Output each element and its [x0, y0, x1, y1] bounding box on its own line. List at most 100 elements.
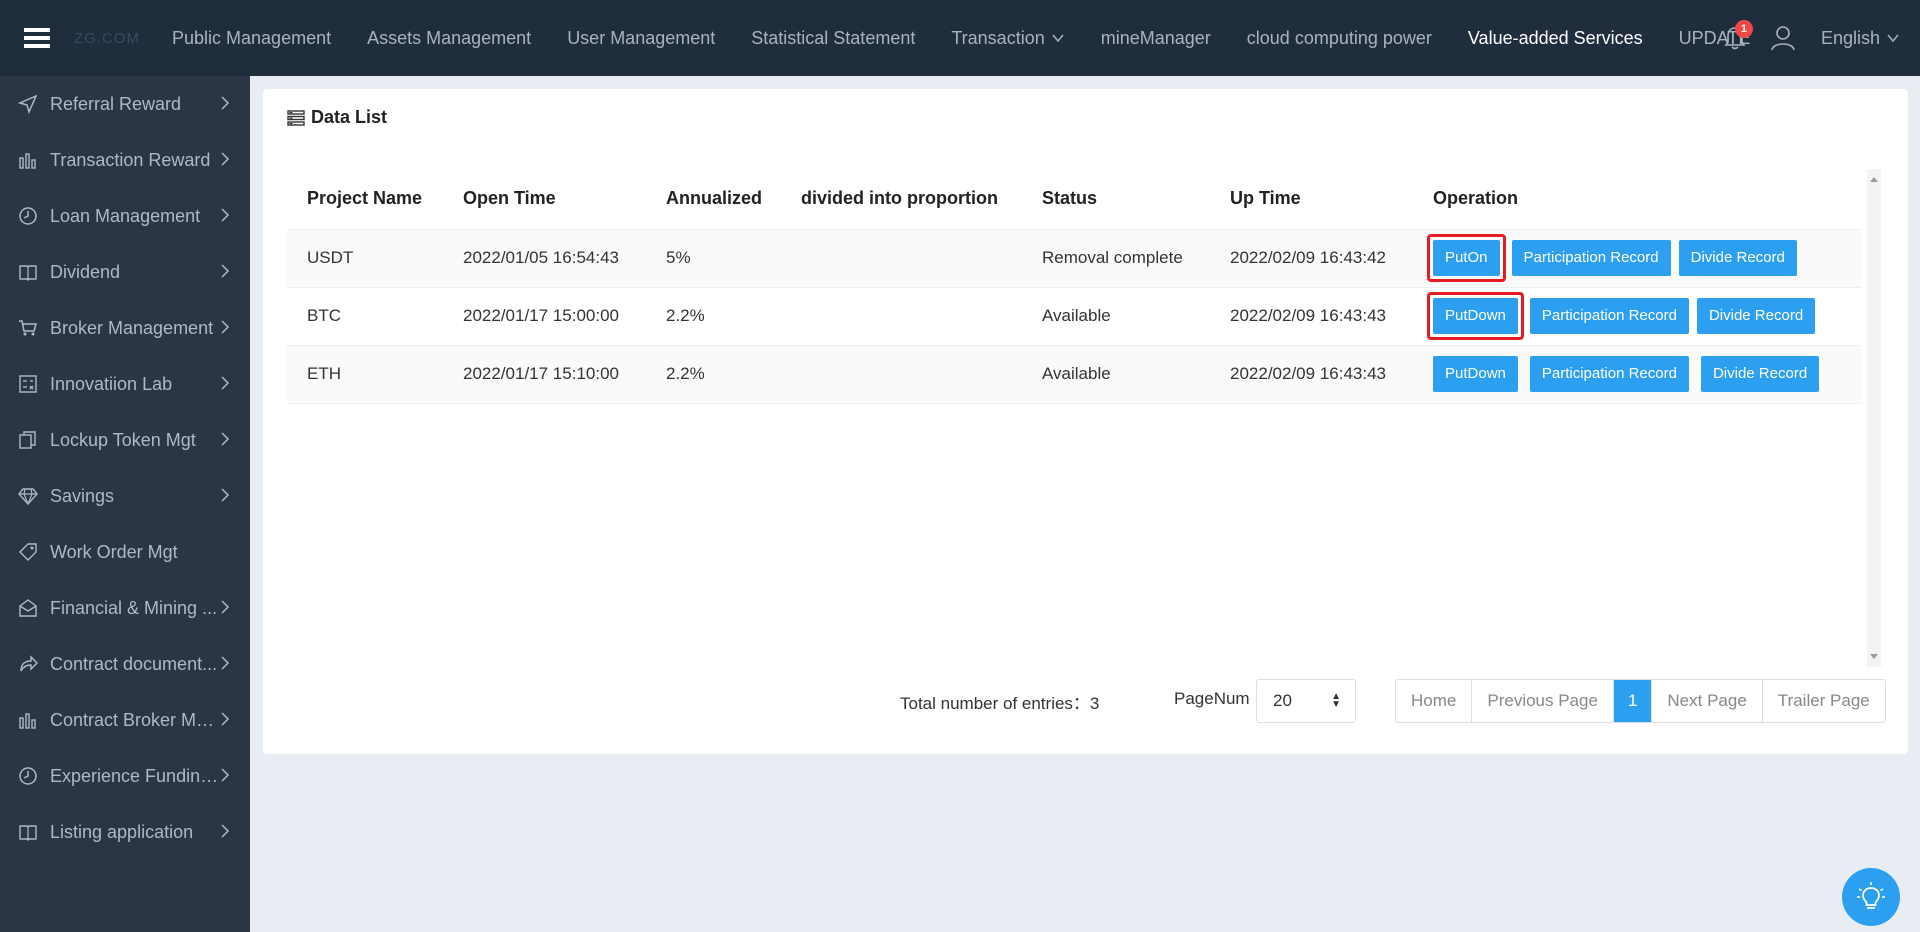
sidebar-item-label: Innovatiion Lab — [50, 373, 173, 394]
chevron-right-icon — [221, 264, 230, 278]
sidebar-item-contract-broker-mgt[interactable]: Contract Broker Mg... — [0, 692, 250, 748]
sidebar-item-label: Experience Funding... — [50, 765, 220, 786]
calculator-icon — [16, 372, 40, 396]
participation-record-button[interactable]: Participation Record — [1529, 356, 1689, 392]
nav-public-management[interactable]: Public Management — [154, 0, 349, 76]
previous-page-button[interactable]: Previous Page — [1472, 680, 1614, 722]
sidebar-item-listing-application[interactable]: Listing application — [0, 804, 250, 860]
chevron-down-icon — [1052, 34, 1064, 43]
scroll-down-icon[interactable] — [1870, 654, 1878, 659]
sidebar-item-label: Listing application — [50, 821, 194, 842]
user-profile-icon[interactable] — [1763, 18, 1803, 58]
chevron-right-icon — [221, 376, 230, 390]
nav-label: Public Management — [172, 27, 332, 48]
table-scrollbar[interactable] — [1867, 169, 1881, 667]
sidebar-item-label: Dividend — [50, 261, 121, 282]
chevron-right-icon — [221, 96, 230, 110]
chevron-right-icon — [221, 656, 230, 670]
sidebar-item-label: Contract Broker Mg... — [50, 709, 220, 730]
cell-annualized: 5% — [646, 229, 781, 288]
nav-transaction[interactable]: Transaction — [933, 0, 1082, 76]
sidebar-item-contract-document[interactable]: Contract document... — [0, 636, 250, 692]
cell-proportion — [781, 345, 1022, 404]
lightbulb-help-button[interactable] — [1842, 868, 1900, 926]
sidebar-item-referral-reward[interactable]: Referral Reward — [0, 76, 250, 132]
mail-open-icon — [16, 596, 40, 620]
book-icon — [16, 820, 40, 844]
trailer-page-button[interactable]: Trailer Page — [1763, 680, 1885, 722]
cell-annualized: 2.2% — [646, 345, 781, 404]
sort-updown-icon: ▲ ▼ — [1331, 691, 1341, 710]
sidebar-item-label: Referral Reward — [50, 93, 182, 114]
participation-record-button[interactable]: Participation Record — [1511, 240, 1671, 276]
chevron-right-icon — [221, 152, 230, 166]
chevron-right-icon — [221, 824, 230, 838]
sidebar-item-savings[interactable]: Savings — [0, 468, 250, 524]
copy-icon — [16, 428, 40, 452]
nav-mine-manager[interactable]: mineManager — [1083, 0, 1229, 76]
sidebar-item-label: Financial & Mining ... — [50, 597, 218, 618]
tag-icon — [16, 540, 40, 564]
chevron-right-icon — [221, 320, 230, 334]
sidebar-item-label: Work Order Mgt — [50, 541, 178, 562]
sidebar-item-lockup-token-mgt[interactable]: Lockup Token Mgt — [0, 412, 250, 468]
language-selector[interactable]: English — [1821, 28, 1920, 49]
sidebar-item-broker-management[interactable]: Broker Management — [0, 300, 250, 356]
logo: ZG.COM — [74, 29, 140, 47]
sidebar-item-financial-mining[interactable]: Financial & Mining ... — [0, 580, 250, 636]
col-operation: Operation — [1413, 169, 1861, 230]
sidebar-item-label: Lockup Token Mgt — [50, 429, 196, 450]
sidebar-item-experience-funding[interactable]: Experience Funding... — [0, 748, 250, 804]
sidebar-item-dividend[interactable]: Dividend — [0, 244, 250, 300]
sidebar-item-loan-management[interactable]: Loan Management — [0, 188, 250, 244]
chevron-right-icon — [221, 488, 230, 502]
share-icon — [16, 652, 40, 676]
cell-project-name: BTC — [287, 287, 443, 346]
put-down-button[interactable]: PutDown — [1433, 356, 1518, 392]
notifications-bell[interactable]: 1 — [1715, 18, 1755, 58]
nav-assets-management[interactable]: Assets Management — [349, 0, 549, 76]
divide-record-button[interactable]: Divide Record — [1696, 298, 1816, 334]
list-icon — [287, 109, 305, 126]
nav-value-added-services[interactable]: Value-added Services — [1450, 0, 1661, 76]
put-on-button[interactable]: PutOn — [1433, 240, 1500, 276]
participation-record-button[interactable]: Participation Record — [1529, 298, 1689, 334]
sidebar-item-label: Loan Management — [50, 205, 201, 226]
scroll-up-icon[interactable] — [1870, 177, 1878, 182]
next-page-button[interactable]: Next Page — [1652, 680, 1763, 722]
col-up-time: Up Time — [1210, 169, 1413, 230]
nav-user-management[interactable]: User Management — [549, 0, 733, 76]
sidebar-item-label: Contract document... — [50, 653, 218, 674]
nav-cloud-computing-power[interactable]: cloud computing power — [1229, 0, 1450, 76]
menu-toggle-icon[interactable] — [0, 0, 74, 76]
page-size-value: 20 — [1273, 691, 1292, 710]
col-annualized: Annualized — [646, 169, 781, 230]
chevron-down-icon — [1887, 34, 1899, 43]
cell-up-time: 2022/02/09 16:43:43 — [1210, 345, 1413, 404]
nav-statistical-statement[interactable]: Statistical Statement — [733, 0, 933, 76]
current-page-button[interactable]: 1 — [1613, 680, 1653, 722]
home-page-button[interactable]: Home — [1396, 680, 1473, 722]
top-bar: ZG.COM Public Management Assets Manageme… — [0, 0, 1920, 76]
nav-label: cloud computing power — [1246, 27, 1432, 48]
chevron-right-icon — [221, 712, 230, 726]
put-down-button[interactable]: PutDown — [1433, 298, 1518, 334]
page-size-select[interactable]: 20 ▲ ▼ — [1256, 679, 1356, 723]
cell-operation: PutOn Participation Record Divide Record — [1413, 229, 1861, 288]
nav-label: Statistical Statement — [751, 27, 916, 48]
divide-record-button[interactable]: Divide Record — [1700, 356, 1820, 392]
sidebar-item-work-order-mgt[interactable]: Work Order Mgt — [0, 524, 250, 580]
cell-operation: PutDown Participation Record Divide Record — [1413, 345, 1861, 404]
total-entries: Total number of entries：3 — [900, 689, 1099, 714]
divide-record-button[interactable]: Divide Record — [1678, 240, 1797, 276]
panel-title-text: Data List — [311, 107, 388, 127]
data-table: Project Name Open Time Annualized divide… — [287, 169, 1861, 404]
sidebar-item-transaction-reward[interactable]: Transaction Reward — [0, 132, 250, 188]
book-icon — [16, 260, 40, 284]
panel-title: Data List — [287, 107, 387, 128]
cell-operation: PutDown Participation Record Divide Record — [1413, 287, 1861, 346]
sidebar-item-innovation-lab[interactable]: Innovatiion Lab — [0, 356, 250, 412]
chevron-right-icon — [221, 768, 230, 782]
data-table-wrap: Project Name Open Time Annualized divide… — [287, 169, 1877, 404]
cell-open-time: 2022/01/17 15:10:00 — [443, 345, 646, 404]
